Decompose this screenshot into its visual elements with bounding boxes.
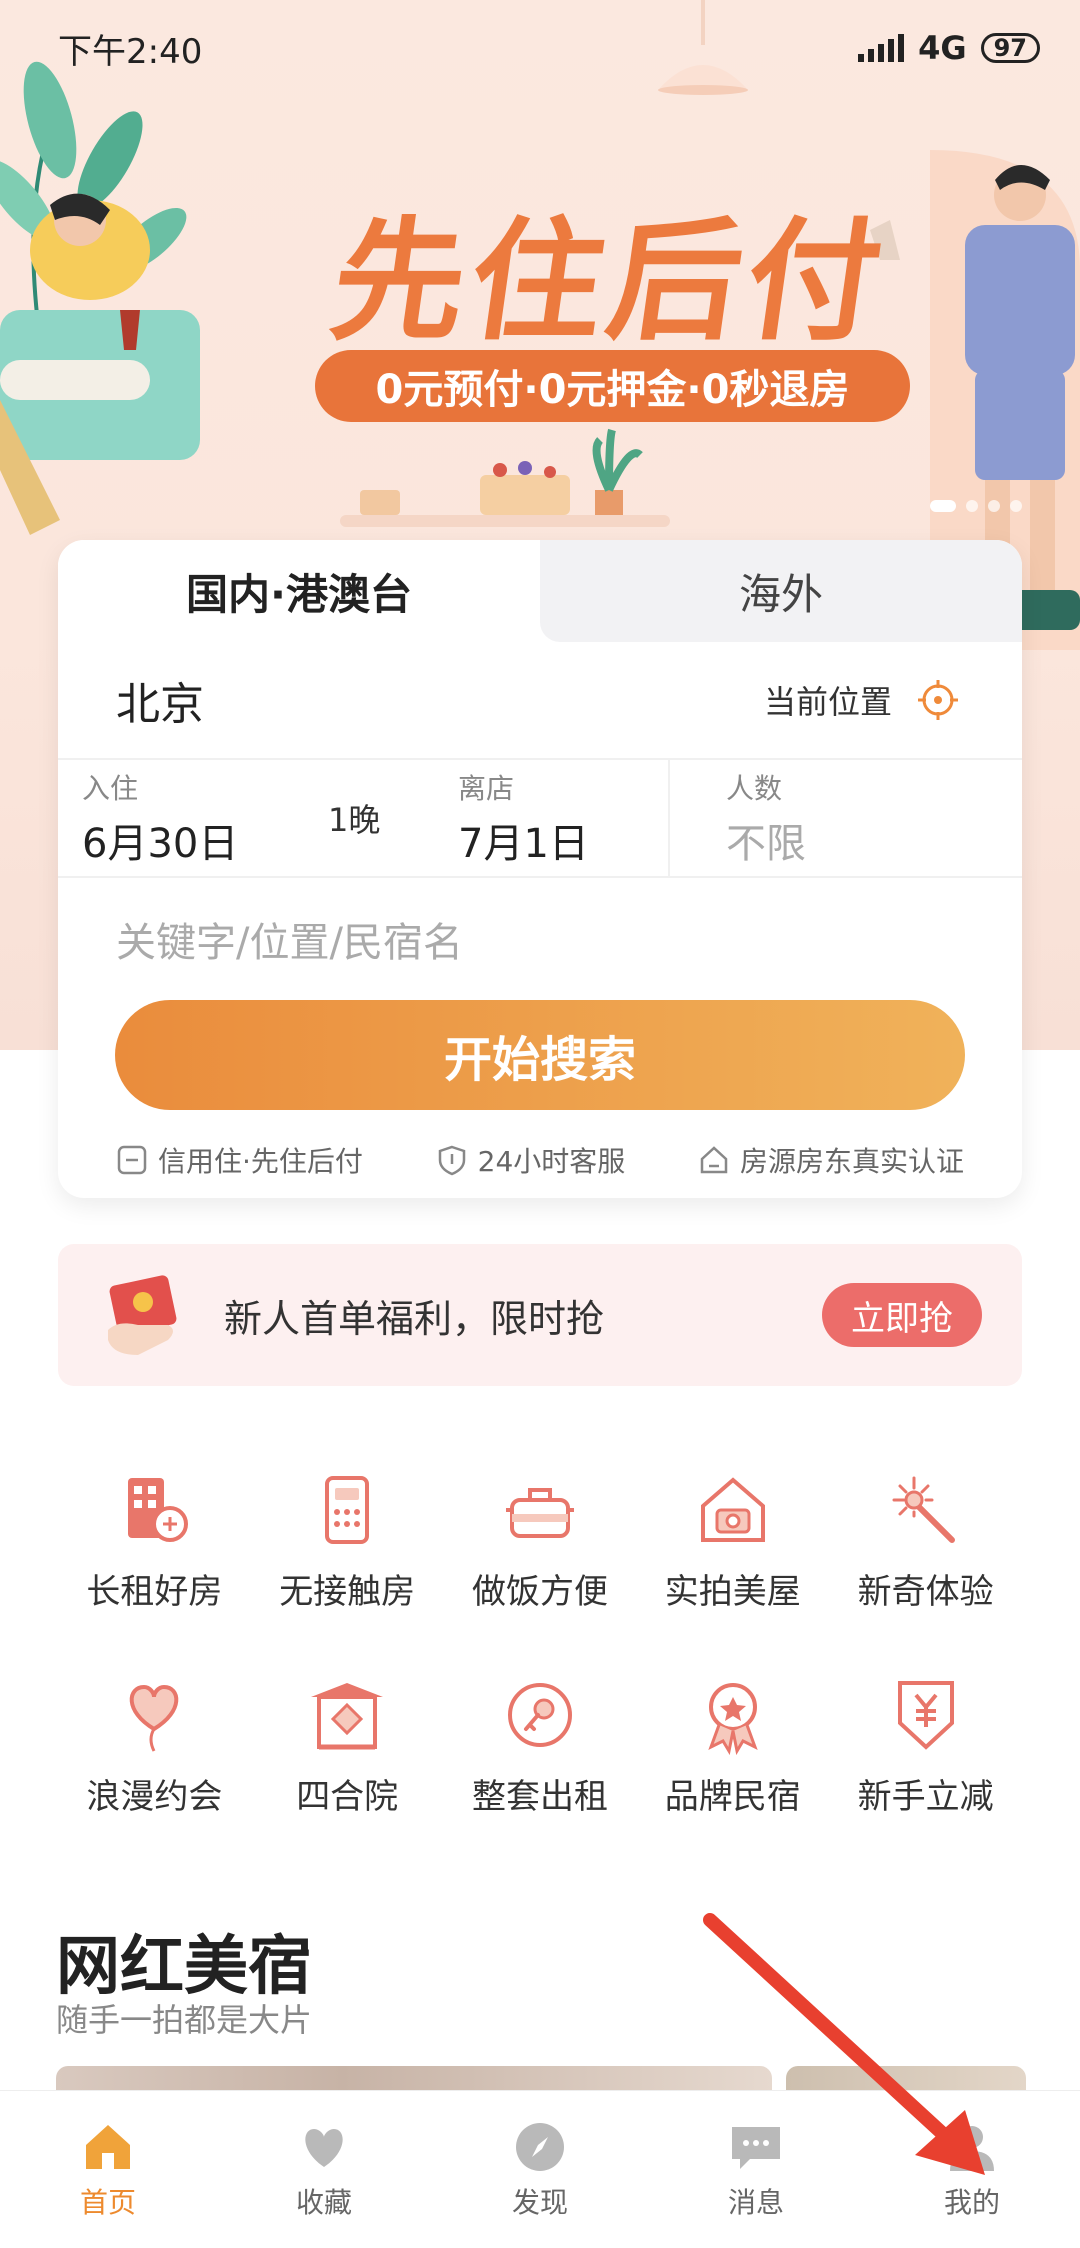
user-icon	[950, 2125, 994, 2171]
signal-icon	[858, 34, 905, 62]
category-entire-home[interactable]: 整套出租	[444, 1675, 637, 1818]
nav-profile[interactable]: 我的	[864, 2091, 1080, 2248]
heart-balloon-icon	[130, 1684, 179, 1752]
message-icon	[732, 2126, 780, 2169]
banner-subtitle: 0元预付·0元押金·0秒退房	[315, 350, 910, 422]
category-contactless[interactable]: 无接触房	[251, 1470, 444, 1613]
nav-messages[interactable]: 消息	[648, 2091, 864, 2248]
checkout-date[interactable]: 离店 7月1日	[458, 767, 668, 869]
checkout-label: 离店	[458, 772, 515, 805]
feature-support: 24小时客服	[436, 1140, 625, 1180]
city-selector[interactable]: 北京	[116, 668, 204, 732]
category-grid: 长租好房 无接触房 做饭方便 实拍美屋 新奇体验 浪漫约会 四合院 整套出租 品…	[58, 1470, 1022, 1818]
category-brand-homestay[interactable]: 品牌民宿	[636, 1675, 829, 1818]
category-newbie-discount[interactable]: 新手立减	[829, 1675, 1022, 1818]
crosshair-icon	[918, 680, 958, 720]
nights-count: 1晚	[328, 801, 381, 839]
start-search-button[interactable]: 开始搜索	[115, 1000, 965, 1110]
heart-icon	[305, 2128, 343, 2167]
checkin-label: 入住	[82, 772, 139, 805]
new-user-promo[interactable]: 新人首单福利，限时抢 立即抢	[58, 1244, 1022, 1386]
house-icon	[700, 1146, 728, 1174]
people-value: 不限	[726, 821, 806, 867]
category-long-rent[interactable]: 长租好房	[58, 1470, 251, 1613]
people-label: 人数	[726, 772, 783, 805]
bottom-nav: 首页 收藏 发现 消息 我的	[0, 2090, 1080, 2248]
table-illustration	[340, 428, 670, 527]
current-location-button[interactable]: 当前位置	[764, 677, 960, 723]
search-card: 国内·港澳台 海外 北京 当前位置 入住 6月30日 1晚 离店 7月1日 人数…	[58, 540, 1022, 1198]
category-courtyard[interactable]: 四合院	[251, 1675, 444, 1818]
cooking-pot-icon	[505, 1488, 574, 1538]
grab-now-button[interactable]: 立即抢	[822, 1283, 982, 1347]
category-romantic-date[interactable]: 浪漫约会	[58, 1675, 251, 1818]
checkout-value: 7月1日	[458, 821, 589, 867]
ceiling-lamp-icon	[658, 0, 748, 95]
credit-card-icon	[117, 1145, 147, 1175]
key-circle-icon	[507, 1683, 572, 1747]
section-title: 网红美宿	[56, 1930, 312, 2004]
carousel-indicator	[930, 500, 1022, 512]
city-row: 北京 当前位置	[58, 642, 1022, 760]
locate-label: 当前位置	[763, 683, 892, 721]
nav-home[interactable]: 首页	[0, 2091, 216, 2248]
network-type: 4G	[918, 29, 967, 67]
building-rent-icon	[128, 1478, 189, 1542]
feature-credit: 信用住·先住后付	[116, 1140, 363, 1180]
compass-icon	[516, 2122, 564, 2171]
house-camera-icon	[700, 1477, 765, 1542]
category-cooking[interactable]: 做饭方便	[444, 1470, 637, 1613]
tab-domestic[interactable]: 国内·港澳台	[58, 540, 540, 642]
woman-illustration	[0, 193, 200, 535]
banner-title: 先住后付	[322, 205, 897, 359]
category-real-photos[interactable]: 实拍美屋	[636, 1470, 829, 1613]
nav-favorites[interactable]: 收藏	[216, 2091, 432, 2248]
checkin-value: 6月30日	[82, 821, 239, 867]
promo-text: 新人首单福利，限时抢	[224, 1296, 605, 1341]
red-envelope-icon	[108, 1275, 177, 1355]
home-icon	[86, 2124, 130, 2169]
magic-wand-icon	[892, 1476, 955, 1543]
tab-overseas[interactable]: 海外	[540, 540, 1022, 642]
award-badge-icon	[708, 1683, 758, 1755]
keyword-search-input[interactable]: 关键字/位置/民宿名	[58, 878, 1022, 1000]
nav-discover[interactable]: 发现	[432, 2091, 648, 2248]
checkin-date[interactable]: 入住 6月30日	[58, 767, 328, 869]
battery-indicator: 97	[980, 33, 1040, 63]
guarantee-list: 信用住·先住后付 24小时客服 房源房东真实认证	[58, 1110, 1022, 1180]
category-novel-experience[interactable]: 新奇体验	[829, 1470, 1022, 1613]
app-home-page: 下午2:40 4G 97 先住后付 0元预付·0元押金·0秒退房 国内·港澳台 …	[0, 0, 1080, 2248]
guest-count[interactable]: 人数 不限	[668, 759, 806, 877]
keypad-door-icon	[325, 1476, 370, 1544]
shield-icon	[438, 1145, 465, 1176]
feature-verified: 房源房东真实认证	[698, 1140, 964, 1180]
courtyard-gate-icon	[311, 1683, 384, 1750]
date-row: 入住 6月30日 1晚 离店 7月1日 人数 不限	[58, 759, 1022, 878]
section-subtitle: 随手一拍都是大片	[56, 2001, 313, 2039]
region-tabs: 国内·港澳台 海外	[58, 540, 1022, 642]
yen-coupon-icon	[897, 1681, 954, 1750]
